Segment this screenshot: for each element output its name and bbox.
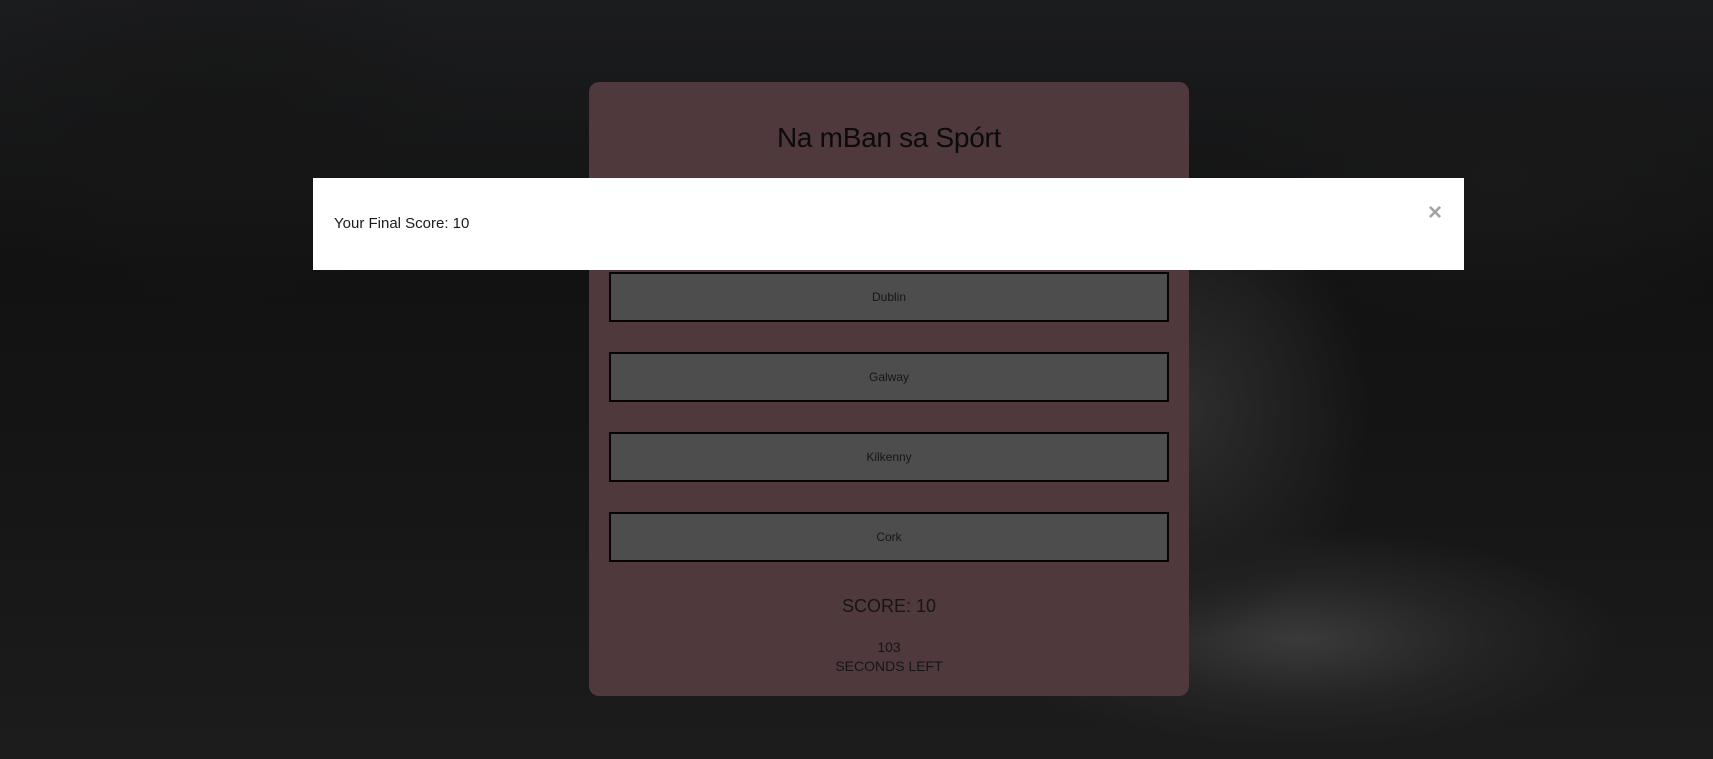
timer-label: SECONDS LEFT: [835, 658, 943, 674]
answer-button-galway[interactable]: Galway: [609, 352, 1169, 402]
answer-button-kilkenny[interactable]: Kilkenny: [609, 432, 1169, 482]
close-icon[interactable]: ×: [1426, 201, 1444, 225]
final-score-modal: Your Final Score: 10 ×: [313, 178, 1464, 270]
answer-button-dublin[interactable]: Dublin: [609, 272, 1169, 322]
score-display: SCORE: 10: [841, 596, 937, 616]
quiz-card: Na mBan sa Spórt Dublin Galway Kilkenny …: [589, 82, 1189, 696]
quiz-title: Na mBan sa Spórt: [777, 122, 1001, 153]
timer-seconds: 103: [877, 639, 901, 655]
final-score-text: Your Final Score: 10: [334, 215, 470, 232]
answer-button-cork[interactable]: Cork: [609, 512, 1169, 562]
timer: 103 SECONDS LEFT: [589, 638, 1189, 676]
